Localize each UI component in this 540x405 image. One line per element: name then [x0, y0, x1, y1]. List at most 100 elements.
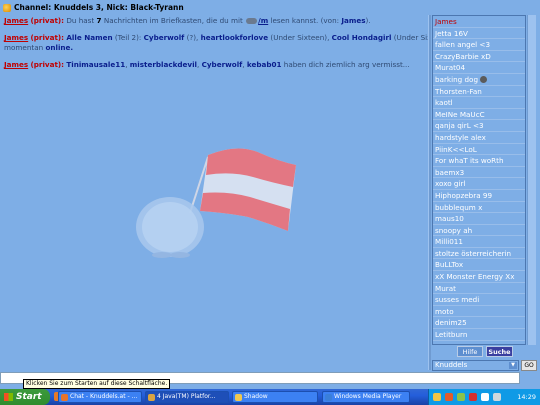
start-button[interactable]: Start: [0, 389, 50, 405]
userlist-buttons: Hilfe Suche: [432, 346, 536, 358]
tray-icon[interactable]: [433, 393, 441, 401]
message-tag: (privat):: [30, 33, 65, 42]
user-list-item[interactable]: xX Monster Energy Xx: [433, 271, 525, 283]
user-list-item[interactable]: CrazyBarbie xD: [433, 51, 525, 63]
user-list-scrollbar[interactable]: [527, 15, 536, 345]
nick-link[interactable]: Cool Hondagirl: [332, 33, 392, 42]
user-list-item[interactable]: Letitburn: [433, 329, 525, 341]
user-list-item[interactable]: stoltze österreicherin: [433, 248, 525, 260]
user-list-item[interactable]: barking dog: [433, 74, 525, 86]
user-list-item[interactable]: xoxo girl: [433, 178, 525, 190]
tray-icon[interactable]: [469, 393, 477, 401]
user-list-item[interactable]: fallen angel <3: [433, 39, 525, 51]
tray-icon[interactable]: [445, 393, 453, 401]
user-name: denim25: [435, 318, 467, 328]
user-list-item[interactable]: maus10: [433, 213, 525, 225]
message-sender-link[interactable]: James: [4, 33, 28, 42]
java-app-icon: [3, 3, 11, 12]
nick-link[interactable]: Cyberwolf: [144, 33, 185, 42]
task-label: Windows Media Player: [334, 393, 402, 400]
user-list-item[interactable]: kaotl: [433, 97, 525, 109]
message-sender-link[interactable]: James: [4, 60, 28, 69]
system-tray: 14:29: [428, 389, 540, 405]
user-list-item[interactable]: hardstyle alex: [433, 132, 525, 144]
user-name: BuLLTox: [435, 260, 464, 270]
chat-message: James (privat): Du hast 7 Nachrichten im…: [4, 16, 424, 26]
start-label: Start: [16, 392, 42, 402]
task-app-icon: [235, 394, 242, 401]
message-sender-link[interactable]: James: [4, 16, 28, 25]
tray-icon[interactable]: [493, 393, 501, 401]
chevron-down-icon[interactable]: ▼: [509, 362, 517, 369]
user-name: Milli011: [435, 237, 463, 247]
window-title-bar: Channel: Knuddels 3, Nick: Black-Tyrann: [0, 0, 540, 15]
user-name: James: [435, 17, 457, 26]
message-text: ).: [365, 16, 371, 25]
message-text: Nachrichten im Briefkasten, die du mit: [101, 16, 246, 25]
user-list-item[interactable]: Thorsten-Fan: [433, 86, 525, 98]
message-tag: (privat):: [30, 60, 65, 69]
panel-splitter[interactable]: [428, 15, 431, 370]
taskbar-task[interactable]: 4 Java(TM) Platfor...: [145, 391, 229, 403]
user-list-item[interactable]: Jetta 16V: [433, 28, 525, 40]
tray-icon[interactable]: [457, 393, 465, 401]
message-text: haben dich ziemlich arg vermisst...: [281, 60, 410, 69]
user-list-item[interactable]: Murat: [433, 283, 525, 295]
user-list-item[interactable]: Murat04: [433, 62, 525, 74]
message-text: (?),: [184, 33, 201, 42]
taskbar-task[interactable]: Windows Media Player: [322, 391, 410, 403]
message-text: (Under Sixteen): [393, 33, 428, 42]
user-name: Hiphopzebra 99: [435, 190, 493, 200]
nick-link[interactable]: misterblackdevil: [130, 60, 197, 69]
user-list-item[interactable]: Hiphopzebra 99: [433, 190, 525, 202]
user-list-item[interactable]: susses medi: [433, 294, 525, 306]
user-name: Murat04: [435, 63, 466, 73]
user-list-item[interactable]: moto: [433, 306, 525, 318]
user-name: bubblequm x: [435, 202, 483, 212]
nick-link[interactable]: James: [341, 16, 365, 25]
user-list-item[interactable]: MeINe MaUcC: [433, 109, 525, 121]
user-list-item[interactable]: BuLLTox: [433, 259, 525, 272]
user-name: PiinK<<LoL: [435, 144, 477, 154]
taskbar-task[interactable]: Shadow: [232, 391, 318, 403]
user-name: maus10: [435, 214, 464, 224]
user-list-item[interactable]: James: [433, 16, 525, 28]
user-list-item[interactable]: PiinK<<LoL: [433, 144, 525, 156]
taskbar-task[interactable]: Chat - Knuddels.at - ...: [58, 391, 142, 403]
message-text: (Under Sixteen),: [268, 33, 332, 42]
user-name: For whaT its woRth: [435, 156, 504, 166]
user-list-item[interactable]: qanja qirL <3: [433, 120, 525, 132]
user-list-item[interactable]: denim25: [433, 317, 525, 330]
user-list-item[interactable]: For whaT its woRth: [433, 155, 525, 167]
user-list-item[interactable]: baemx3: [433, 167, 525, 179]
user-name: xX Monster Energy Xx: [435, 272, 515, 282]
tray-icon[interactable]: [481, 393, 489, 401]
nick-link[interactable]: Cyberwolf: [202, 60, 243, 69]
nick-link[interactable]: Tinimausale11: [66, 60, 125, 69]
help-button[interactable]: Hilfe: [457, 346, 483, 357]
user-name: moto: [435, 306, 454, 316]
message-text: Du hast: [64, 16, 97, 25]
nick-link[interactable]: heartlookforlove: [201, 33, 269, 42]
user-list-item[interactable]: bubblequm x: [433, 202, 525, 214]
user-name: kaotl: [435, 98, 453, 108]
user-list-item[interactable]: Milli011: [433, 236, 525, 248]
user-name: MeINe MaUcC: [435, 109, 485, 119]
chat-message: James (privat): Alle Namen (Teil 2): Cyb…: [4, 33, 428, 43]
nick-link[interactable]: Alle Namen: [66, 33, 112, 42]
message-tag: (privat):: [30, 16, 65, 25]
mail-command-link[interactable]: /m: [258, 16, 268, 25]
chat-message: James (privat): Tinimausale11, misterbla…: [4, 60, 424, 70]
nick-link[interactable]: kebab01: [247, 60, 282, 69]
austria-flag-mascot-background: [136, 148, 296, 258]
channel-dropdown[interactable]: Knuddels ▼: [432, 360, 519, 371]
search-button[interactable]: Suche: [486, 346, 513, 357]
user-name: Jetta 16V: [435, 28, 468, 38]
chat-area: James (privat): Du hast 7 Nachrichten im…: [0, 15, 428, 370]
user-list-item[interactable]: snoopy ah: [433, 225, 525, 237]
go-button[interactable]: GO: [521, 360, 537, 371]
user-name: fallen angel <3: [435, 40, 491, 50]
message-text: momentan: [4, 43, 46, 52]
user-name: qanja qirL <3: [435, 121, 484, 131]
user-name: Murat: [435, 283, 456, 293]
